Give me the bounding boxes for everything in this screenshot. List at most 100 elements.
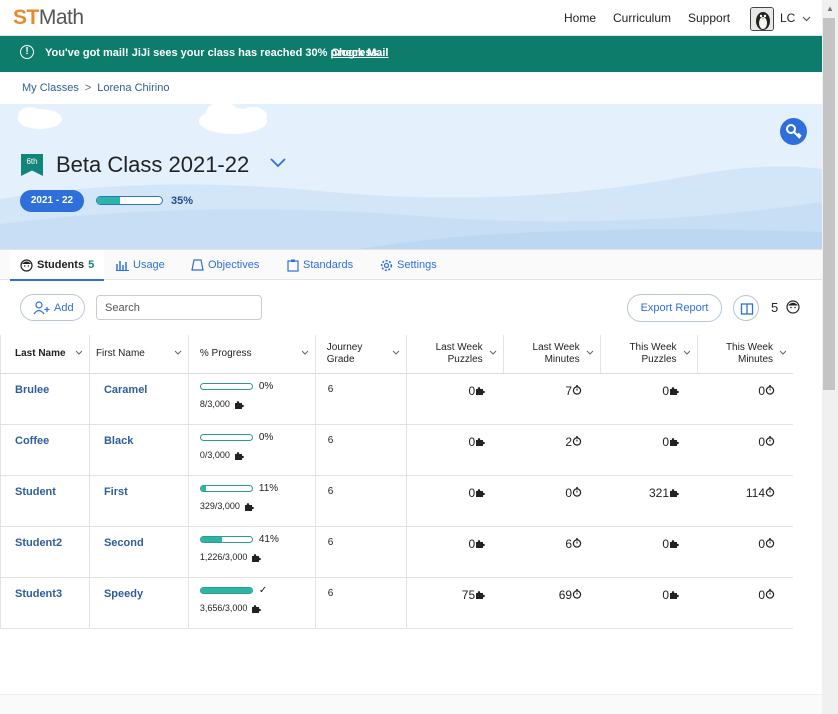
tab-usage[interactable]: Usage [116, 250, 165, 281]
student-puzzle-count: 3,656/3,000 [200, 603, 315, 614]
timer-icon [572, 384, 582, 395]
sort-chevron-icon [75, 350, 83, 355]
student-progress-bar [199, 383, 253, 391]
nav-home-link[interactable]: Home [564, 11, 596, 25]
last-week-puzzles-cell: 0 [405, 526, 504, 578]
column-header-last-week-puzzles[interactable]: Last Week Puzzles [405, 335, 504, 374]
student-progress-percent: 0% [258, 381, 274, 393]
puzzle-piece-icon [476, 539, 486, 548]
student-last-name-link[interactable]: Student [0, 475, 90, 527]
timer-icon [765, 435, 775, 446]
st-math-logo[interactable]: STMath [13, 6, 84, 30]
puzzle-piece-icon [476, 590, 486, 599]
table-header-row: Last Name First Name % Progress Journey G… [0, 335, 793, 374]
chevron-down-icon [802, 16, 811, 22]
column-header-this-week-puzzles[interactable]: This Week Puzzles [599, 335, 698, 374]
class-switcher-chevron-icon[interactable] [270, 158, 286, 168]
class-progress-fill [97, 197, 120, 204]
timer-icon [572, 588, 582, 599]
sort-chevron-icon [301, 350, 309, 355]
student-progress-bar [199, 536, 253, 544]
journey-grade-cell: 6 [314, 424, 407, 476]
add-user-icon [33, 301, 50, 315]
timer-icon [765, 537, 775, 548]
nav-support-link[interactable]: Support [688, 11, 730, 25]
user-menu-toggle[interactable]: LC [780, 11, 811, 25]
scroll-up-arrow-icon[interactable]: ▲ [826, 4, 834, 13]
search-input[interactable] [96, 295, 262, 320]
sort-chevron-icon [779, 350, 787, 355]
student-progress-bar [199, 485, 253, 493]
student-progress-percent: 0% [258, 432, 274, 444]
student-first-name-link[interactable]: Speedy [88, 577, 189, 629]
export-report-button[interactable]: Export Report [627, 294, 722, 322]
check-mail-link[interactable]: Check Mail [331, 47, 388, 59]
student-face-icon [20, 258, 33, 272]
user-avatar[interactable] [750, 7, 774, 31]
nav-curriculum-link[interactable]: Curriculum [613, 11, 671, 25]
student-progress-bar [199, 434, 253, 442]
bar-chart-icon [116, 261, 129, 272]
class-key-button[interactable] [780, 118, 807, 145]
tab-objectives[interactable]: Objectives [191, 250, 259, 281]
column-header-last-week-minutes[interactable]: Last Week Minutes [502, 335, 601, 374]
puzzle-piece-icon [234, 401, 244, 410]
table-row: Coffee Black 0% 0/3,000 6 0 2 0 0 [0, 424, 793, 476]
columns-icon [740, 303, 754, 315]
this-week-puzzles-cell: 0 [600, 424, 698, 476]
student-last-name-link[interactable]: Coffee [0, 424, 90, 476]
class-tabs: Students 5 Usage Objectives Standards Set… [0, 249, 822, 281]
student-last-name-link[interactable]: Student3 [0, 577, 90, 629]
table-row: Student3 Speedy ✓ 3,656/3,000 6 75 69 0 0 [0, 577, 793, 629]
add-student-button[interactable]: Add [20, 294, 85, 321]
puzzle-piece-icon [234, 452, 244, 461]
clipboard-icon [287, 259, 299, 272]
puzzle-piece-icon [252, 554, 262, 563]
tab-standards[interactable]: Standards [287, 250, 353, 281]
student-progress-cell: ✓ 3,656/3,000 [187, 577, 316, 629]
vertical-scrollbar-thumb[interactable] [823, 18, 835, 390]
student-first-name-link[interactable]: Black [88, 424, 189, 476]
sort-chevron-icon [174, 350, 182, 355]
puzzle-piece-icon [244, 503, 254, 512]
key-icon [786, 124, 802, 139]
student-first-name-link[interactable]: Second [88, 526, 189, 578]
student-puzzle-count: 329/3,000 [200, 501, 315, 512]
sort-chevron-icon [683, 350, 690, 355]
student-progress-bar [199, 587, 253, 595]
timer-icon [572, 435, 582, 446]
column-header-first-name[interactable]: First Name [88, 335, 189, 374]
breadcrumb-my-classes-link[interactable]: My Classes [22, 82, 79, 94]
student-last-name-link[interactable]: Student2 [0, 526, 90, 578]
column-header-last-name[interactable]: Last Name [0, 335, 90, 374]
student-first-name-link[interactable]: First [88, 475, 189, 527]
this-week-minutes-cell: 0 [697, 424, 793, 476]
last-week-puzzles-cell: 75 [405, 577, 504, 629]
student-progress-percent: 11% [258, 483, 279, 495]
student-first-name-link[interactable]: Caramel [88, 373, 189, 425]
puzzle-piece-icon [670, 488, 679, 497]
column-header-journey-grade[interactable]: Journey Grade [314, 335, 407, 374]
column-header-this-week-minutes[interactable]: This Week Minutes [696, 335, 793, 374]
student-puzzle-count: 1,226/3,000 [200, 552, 315, 563]
page-footer [0, 694, 822, 714]
tab-settings[interactable]: Settings [380, 250, 437, 281]
students-count-badge: 5 [88, 259, 95, 271]
student-progress-fill [200, 588, 252, 594]
student-last-name-link[interactable]: Brulee [0, 373, 90, 425]
journey-grade-cell: 6 [314, 577, 407, 629]
tab-students[interactable]: Students 5 [10, 250, 104, 281]
column-settings-button[interactable] [733, 295, 759, 321]
objectives-icon [191, 259, 204, 271]
journey-grade-cell: 6 [314, 475, 407, 527]
student-progress-cell: 0% 0/3,000 [187, 424, 316, 476]
puzzle-piece-icon [476, 386, 486, 395]
breadcrumb: My Classes > Lorena Chirino [22, 82, 169, 94]
sort-chevron-icon [586, 350, 593, 355]
top-navigation-bar: STMath Home Curriculum Support LC [0, 0, 822, 36]
column-header-progress[interactable]: % Progress [187, 335, 316, 374]
last-week-minutes-cell: 0 [503, 475, 601, 527]
timer-icon [765, 486, 775, 497]
student-face-icon [786, 300, 800, 314]
last-week-minutes-cell: 6 [503, 526, 601, 578]
